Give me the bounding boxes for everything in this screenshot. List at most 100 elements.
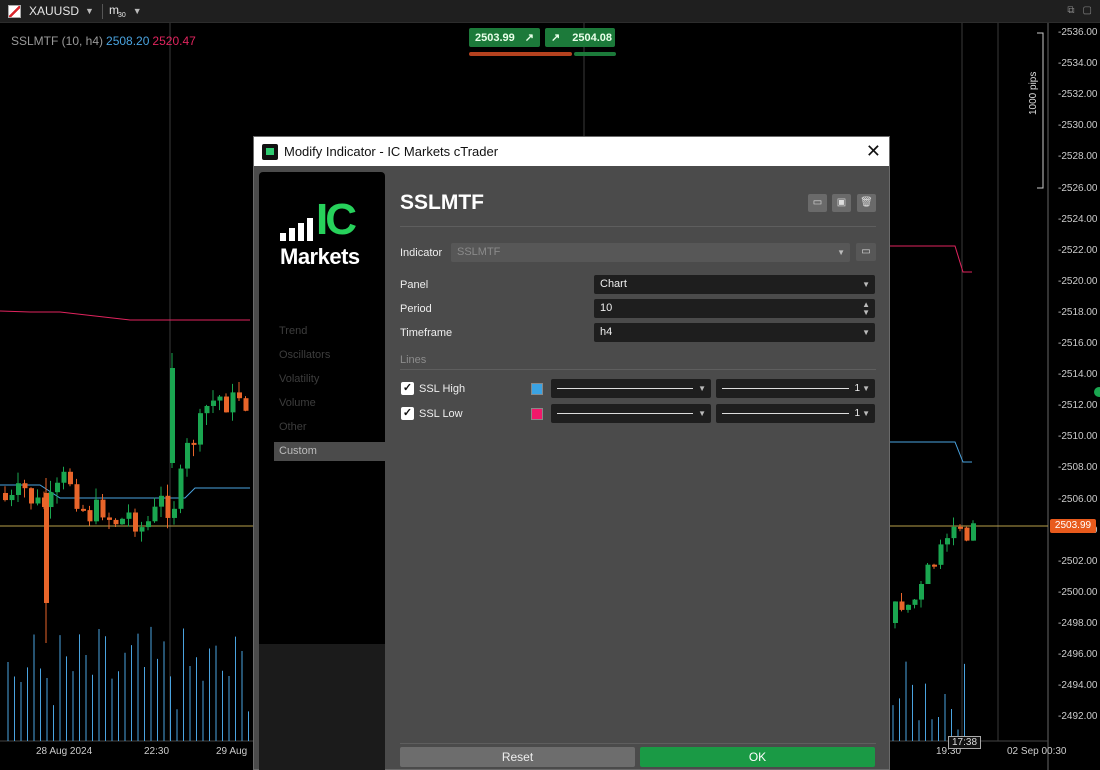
- ctrader-window: XAUUSD ▼ m30 ▼ ⧉ ▢ SSLMTF (10, h4) 2508.2…: [0, 0, 1100, 770]
- ssl-low-line: [890, 245, 972, 273]
- price-axis-label: -2514.00: [1058, 369, 1098, 381]
- timeframe-dropdown-icon[interactable]: ▼: [133, 6, 142, 16]
- buy-button[interactable]: ↗ 2504.08: [545, 28, 615, 47]
- param-label-period: Period: [400, 303, 432, 315]
- chevron-down-icon: ▼: [698, 409, 706, 418]
- candle-body: [74, 484, 80, 509]
- candle-body: [191, 442, 197, 445]
- ssl-high-color-swatch[interactable]: [531, 383, 543, 395]
- price-axis-label: -2516.00: [1058, 338, 1098, 349]
- price-alert-dot[interactable]: [1094, 387, 1100, 397]
- ok-button[interactable]: OK: [640, 747, 875, 767]
- ssl-high-label: SSL High: [419, 383, 466, 395]
- indicator-title: SSLMTF: [400, 191, 484, 214]
- ssl-low-color-swatch[interactable]: [531, 408, 543, 420]
- candle-body: [945, 538, 950, 545]
- sidebar-item-custom[interactable]: Custom: [274, 442, 385, 461]
- period-stepper[interactable]: 10 ▲ ▼: [594, 299, 875, 318]
- price-axis-label: -2512.00: [1058, 400, 1098, 412]
- candle-body: [165, 495, 171, 518]
- candle-body: [172, 508, 177, 518]
- ssl-low-thickness-select[interactable]: 1 ▼: [716, 404, 875, 423]
- indicator-high-value: 2508.20: [106, 34, 150, 48]
- ic-markets-logo: IC Markets: [280, 198, 370, 272]
- price-axis-label: -2510.00: [1058, 431, 1098, 443]
- close-icon[interactable]: ✕: [866, 142, 881, 160]
- symbol-dropdown-icon[interactable]: ▼: [85, 6, 94, 16]
- param-label-panel: Panel: [400, 279, 429, 291]
- stepper-arrows-icon[interactable]: ▲ ▼: [862, 301, 870, 317]
- candle-body: [3, 493, 8, 501]
- timeframe-selector[interactable]: m30: [109, 3, 127, 19]
- period-value: 10: [600, 302, 613, 314]
- candle-body: [893, 601, 898, 623]
- candle-body: [932, 564, 937, 567]
- candle-body: [48, 492, 54, 508]
- ssl-high-style-select[interactable]: ▼: [551, 379, 711, 398]
- price-axis-label: -2508.00: [1058, 462, 1098, 474]
- price-axis-label: -2496.00: [1058, 649, 1098, 660]
- sidebar-item-volume[interactable]: Volume: [274, 394, 385, 413]
- indicator-legend-text: SSLMTF (10, h4): [11, 34, 104, 48]
- time-axis-label: 02 Sep 00:30: [1007, 746, 1067, 757]
- indicator-select-value: SSLMTF: [457, 246, 501, 258]
- lines-divider: [400, 369, 876, 370]
- price-axis-label: -2528.00: [1058, 151, 1098, 163]
- candle-body: [9, 494, 15, 501]
- candle-body: [68, 471, 73, 485]
- sidebar-item-other[interactable]: Other: [274, 418, 385, 437]
- sidebar-item-trend[interactable]: Trend: [274, 322, 385, 341]
- sidebar-item-oscillators[interactable]: Oscillators: [274, 346, 385, 365]
- chevron-down-icon: ▼: [698, 384, 706, 393]
- detach-icon[interactable]: ⧉: [1067, 5, 1074, 16]
- price-axis-label: -2506.00: [1058, 493, 1098, 505]
- candle-body: [906, 604, 911, 610]
- candle-body: [198, 413, 203, 445]
- ssl-high-thickness-select[interactable]: 1 ▼: [716, 379, 875, 398]
- candle-body: [951, 526, 957, 539]
- sidebar-item-volatility[interactable]: Volatility: [274, 370, 385, 389]
- ssl-low-style-select[interactable]: ▼: [551, 404, 711, 423]
- price-axis-label: -2520.00: [1058, 275, 1098, 287]
- timeframe-select[interactable]: h4 ▼: [594, 323, 875, 342]
- price-axis-label: -2530.00: [1058, 120, 1098, 132]
- candle-body: [61, 471, 67, 483]
- panel-select-value: Chart: [600, 278, 627, 290]
- candle-body: [100, 499, 106, 518]
- ctrader-app-icon: [262, 143, 278, 160]
- buy-arrow-icon: ↗: [551, 32, 561, 44]
- candle-body: [899, 601, 905, 610]
- candle-body: [94, 499, 99, 522]
- candle-body: [120, 518, 125, 525]
- candle-body: [35, 497, 41, 504]
- logo-ic-text: IC: [316, 195, 357, 244]
- candle-body: [958, 526, 963, 529]
- bid-price: 2503.99: [475, 31, 515, 44]
- candle-body: [113, 519, 119, 525]
- sell-button[interactable]: 2503.99 ↗: [469, 28, 540, 47]
- price-axis-label: -2502.00: [1058, 555, 1098, 567]
- chevron-down-icon: ▼: [837, 248, 845, 257]
- candle-body: [126, 512, 132, 519]
- ssl-high-checkbox[interactable]: ✓: [401, 382, 414, 395]
- ssl-low-thickness-value: 1: [854, 408, 860, 419]
- symbol-name[interactable]: XAUUSD: [29, 4, 79, 18]
- open-folder-icon[interactable]: ▭: [808, 194, 827, 212]
- maximize-icon[interactable]: ▢: [1083, 5, 1092, 16]
- panel-select[interactable]: Chart ▼: [594, 275, 875, 294]
- save-icon[interactable]: ▣: [832, 194, 851, 212]
- symbol-flag-icon: [8, 4, 21, 18]
- candle-body: [217, 396, 223, 401]
- toolbar-separator: [101, 3, 103, 19]
- time-axis-label: 28 Aug 2024: [36, 746, 93, 757]
- dialog-titlebar[interactable]: Modify Indicator - IC Markets cTrader ✕: [254, 137, 889, 166]
- ssl-low-checkbox[interactable]: ✓: [401, 407, 414, 420]
- ask-price: 2504.08: [572, 31, 612, 44]
- price-axis-label: -2498.00: [1058, 617, 1098, 629]
- sidebar-footer: [259, 644, 385, 770]
- price-axis-label: -2494.00: [1058, 680, 1098, 692]
- logo-markets-text: Markets: [280, 244, 360, 269]
- reset-button[interactable]: Reset: [400, 747, 635, 767]
- candle-body: [912, 599, 918, 605]
- delete-icon[interactable]: 🗑: [857, 194, 876, 212]
